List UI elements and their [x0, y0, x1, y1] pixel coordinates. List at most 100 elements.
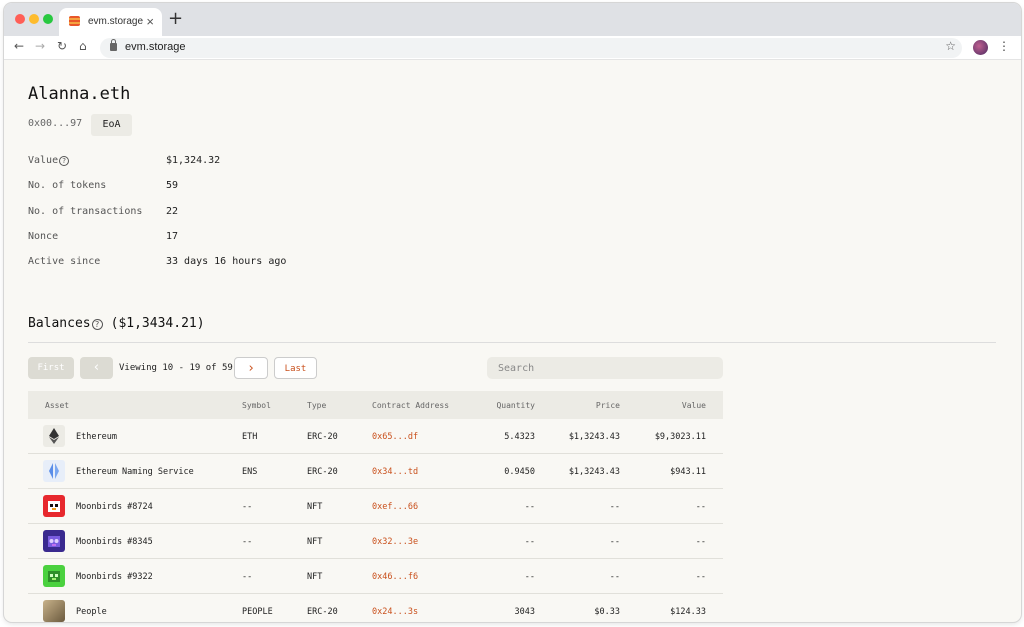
- asset-value: $124.33: [670, 607, 706, 617]
- chevron-left-icon: ‹: [92, 360, 101, 375]
- maximize-window-button[interactable]: [43, 14, 53, 24]
- lock-icon: [110, 39, 117, 51]
- asset-price: --: [609, 572, 620, 582]
- profile-avatar[interactable]: [973, 40, 988, 55]
- bookmark-star-icon[interactable]: ☆: [945, 39, 956, 53]
- asset-quantity: --: [524, 502, 535, 512]
- contract-address-link[interactable]: 0x65...df: [372, 432, 418, 442]
- moonbird-icon: [43, 565, 65, 587]
- table-row[interactable]: Moonbirds #8345 -- NFT 0x32...3e -- -- -…: [28, 524, 723, 559]
- help-icon[interactable]: ?: [91, 319, 103, 330]
- browser-menu-icon[interactable]: ⋮: [998, 39, 1010, 53]
- asset-symbol: --: [242, 572, 253, 582]
- asset-type: NFT: [307, 502, 323, 512]
- asset-type: NFT: [307, 537, 323, 547]
- asset-type: ERC-20: [307, 467, 338, 477]
- contract-address-link[interactable]: 0xef...66: [372, 502, 418, 512]
- last-page-button[interactable]: Last: [274, 357, 317, 379]
- next-page-button[interactable]: ›: [234, 357, 268, 379]
- first-page-button[interactable]: First: [28, 357, 74, 379]
- chevron-right-icon: ›: [247, 361, 255, 376]
- stat-value-tokens: 59: [166, 180, 179, 191]
- column-header-value[interactable]: Value: [682, 401, 706, 410]
- browser-tab[interactable]: evm.storage ×: [59, 8, 162, 36]
- column-header-contract[interactable]: Contract Address: [372, 401, 449, 410]
- tab-bar: evm.storage × +: [4, 3, 1021, 36]
- new-tab-button[interactable]: +: [168, 8, 183, 29]
- people-icon: [43, 600, 65, 622]
- column-header-asset[interactable]: Asset: [45, 401, 69, 410]
- search-input[interactable]: [487, 357, 723, 379]
- home-icon[interactable]: ⌂: [79, 39, 87, 53]
- stat-value-active-since: 33 days 16 hours ago: [166, 256, 287, 267]
- stat-label-active-since: Active since: [28, 256, 101, 267]
- account-name: Alanna.eth: [28, 84, 131, 104]
- previous-page-button[interactable]: ‹: [80, 357, 113, 379]
- asset-symbol: --: [242, 502, 253, 512]
- column-header-quantity[interactable]: Quantity: [496, 401, 535, 410]
- url-text: evm.storage: [125, 41, 186, 53]
- balances-table: Asset Symbol Type Contract Address Quant…: [28, 391, 723, 622]
- asset-name: Moonbirds #9322: [76, 572, 153, 582]
- stat-value-transactions: 22: [166, 206, 179, 217]
- address-bar[interactable]: evm.storage ☆: [100, 38, 962, 58]
- column-header-type[interactable]: Type: [307, 401, 326, 410]
- close-tab-icon[interactable]: ×: [146, 14, 154, 29]
- asset-type: NFT: [307, 572, 323, 582]
- moonbird-icon: [43, 530, 65, 552]
- asset-quantity: --: [524, 572, 535, 582]
- asset-quantity: 5.4323: [504, 432, 535, 442]
- table-row[interactable]: People PEOPLE ERC-20 0x24...3s 3043 $0.3…: [28, 594, 723, 622]
- asset-price: --: [609, 502, 620, 512]
- reload-icon[interactable]: ↻: [57, 39, 67, 53]
- back-arrow-icon[interactable]: ←: [14, 39, 24, 53]
- contract-address-link[interactable]: 0x32...3e: [372, 537, 418, 547]
- asset-name: People: [76, 607, 107, 617]
- pagination-status: Viewing 10 - 19 of 59: [119, 363, 233, 373]
- asset-symbol: --: [242, 537, 253, 547]
- asset-symbol: ENS: [242, 467, 258, 477]
- contract-address-link[interactable]: 0x46...f6: [372, 572, 418, 582]
- divider: [28, 342, 996, 343]
- balances-total: ($1,3434.21): [110, 316, 205, 331]
- minimize-window-button[interactable]: [29, 14, 39, 24]
- asset-price: $1,3243.43: [568, 467, 620, 477]
- close-window-button[interactable]: [15, 14, 25, 24]
- balances-heading: Balances? ($1,3434.21): [28, 316, 205, 331]
- asset-quantity: 3043: [514, 607, 535, 617]
- stat-label-nonce: Nonce: [28, 231, 59, 242]
- account-type-badge: EoA: [91, 114, 132, 136]
- table-row[interactable]: Moonbirds #8724 -- NFT 0xef...66 -- -- -…: [28, 489, 723, 524]
- tab-title: evm.storage: [88, 16, 144, 27]
- asset-name: Moonbirds #8724: [76, 502, 153, 512]
- asset-symbol: PEOPLE: [242, 607, 273, 617]
- stat-value-nonce: 17: [166, 231, 179, 242]
- account-address[interactable]: 0x00...97: [28, 118, 82, 129]
- contract-address-link[interactable]: 0x34...td: [372, 467, 418, 477]
- stat-label-transactions: No. of transactions: [28, 206, 143, 217]
- contract-address-link[interactable]: 0x24...3s: [372, 607, 418, 617]
- asset-price: $0.33: [594, 607, 620, 617]
- table-row[interactable]: Ethereum ETH ERC-20 0x65...df 5.4323 $1,…: [28, 419, 723, 454]
- asset-value: --: [695, 572, 706, 582]
- asset-name: Ethereum Naming Service: [76, 467, 194, 477]
- asset-quantity: --: [524, 537, 535, 547]
- asset-symbol: ETH: [242, 432, 258, 442]
- asset-type: ERC-20: [307, 607, 338, 617]
- column-header-price[interactable]: Price: [596, 401, 620, 410]
- moonbird-icon: [43, 495, 65, 517]
- page-content: Alanna.eth 0x00...97 EoA Value? $1,324.3…: [4, 61, 1021, 622]
- ethereum-icon: [43, 425, 65, 447]
- column-header-symbol[interactable]: Symbol: [242, 401, 271, 410]
- asset-type: ERC-20: [307, 432, 338, 442]
- asset-price: --: [609, 537, 620, 547]
- forward-arrow-icon[interactable]: →: [35, 39, 45, 53]
- asset-value: --: [695, 502, 706, 512]
- table-header: Asset Symbol Type Contract Address Quant…: [28, 391, 723, 419]
- table-row[interactable]: Moonbirds #9322 -- NFT 0x46...f6 -- -- -…: [28, 559, 723, 594]
- table-row[interactable]: Ethereum Naming Service ENS ERC-20 0x34.…: [28, 454, 723, 489]
- help-icon[interactable]: ?: [59, 156, 70, 166]
- asset-name: Ethereum: [76, 432, 117, 442]
- asset-price: $1,3243.43: [568, 432, 620, 442]
- stat-label-value: Value?: [28, 155, 70, 166]
